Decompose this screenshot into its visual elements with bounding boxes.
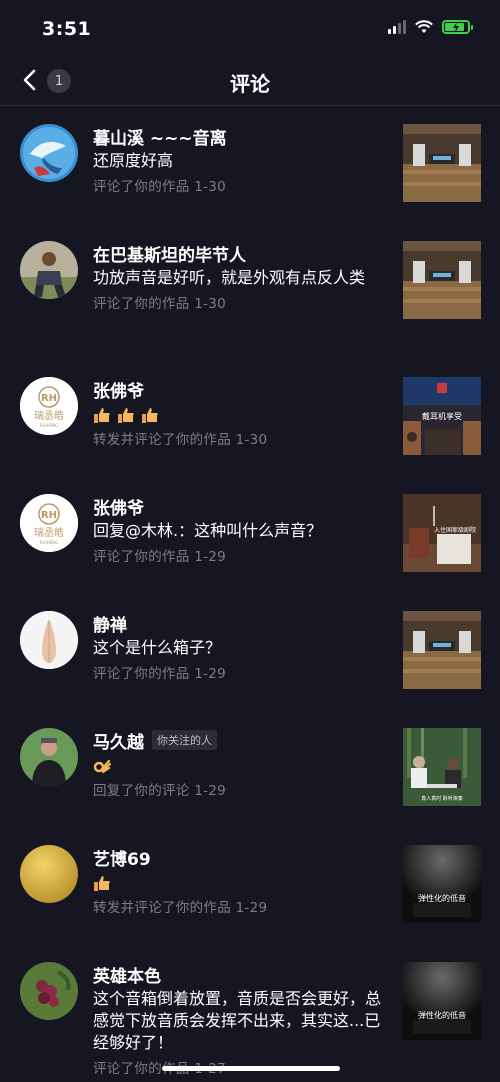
comment-text: 功放声音是好听，就是外观有点反人类 [93,268,366,287]
commenter-name[interactable]: 张佛爷 [93,377,144,402]
avatar[interactable] [20,241,78,299]
commenter-name[interactable]: 张佛爷 [93,494,144,519]
avatar-logo-sub: RUIHENG [40,423,59,428]
avatar-logo-brand: 瑞丞皓 [34,410,64,422]
thumbnail-caption: 弹性化的低音 [418,1010,466,1020]
comment-meta: 回复了你的评论 1-29 [93,783,227,799]
list-item[interactable]: 在巴基斯坦的毕节人 功放声音是好听，就是外观有点反人类 评论了你的作品 1-30 [0,224,500,360]
thumbs-up-icon [94,875,110,891]
thumbnail-caption: 入住国家级剧院 [434,526,476,534]
comment-text: 还原度好高 [93,151,174,170]
battery-charging-icon [442,20,473,34]
list-item[interactable]: RH 瑞丞皓 RUIHENG 张佛爷 回复@木林.：这种叫什么声音？ 评论了你的… [0,477,500,594]
avatar[interactable]: RH 瑞丞皓 RUIHENG [20,494,78,552]
ok-hand-icon [93,759,111,773]
video-thumbnail[interactable]: 戴耳机享受 [403,377,481,455]
comment-list: 暮山溪 ~~~音离 还原度好高 评论了你的作品 1-30 在巴基斯坦的毕节人 功… [0,107,500,1077]
status-icons [388,20,473,34]
avatar[interactable] [20,611,78,669]
avatar[interactable]: RH 瑞丞皓 RUIHENG [20,377,78,435]
avatar[interactable] [20,124,78,182]
commenter-name[interactable]: 暮山溪 ~~~音离 [93,124,227,149]
comment-meta: 评论了你的作品 1-30 [93,179,227,195]
comment-text: 回复@木林.：这种叫什么声音？ [93,521,323,540]
commenter-name[interactable]: 在巴基斯坦的毕节人 [93,241,246,266]
avatar-logo-sub: RUIHENG [40,540,59,545]
avatar-logo-letters: RH [41,510,57,521]
status-time: 3:51 [42,18,92,40]
video-thumbnail[interactable]: 真人真时 聆听演奏 [403,728,481,806]
thumbnail-caption: 戴耳机享受 [422,411,462,421]
wifi-icon [415,20,433,33]
video-thumbnail[interactable]: 弹性化的低音 [403,962,481,1040]
list-item[interactable]: 艺博69 转发并评论了你的作品 1-29 弹性化的低音 [0,828,500,945]
comment-meta: 评论了你的作品 1-30 [93,296,227,312]
comment-emoji-row [93,403,388,425]
list-item[interactable]: RH 瑞丞皓 RUIHENG 张佛爷 转发并评论了你的作品 1-30 戴耳机享受 [0,360,500,477]
list-item[interactable]: 静禅 这个是什么箱子？ 评论了你的作品 1-29 [0,594,500,711]
thumbs-up-icon [118,407,134,423]
commenter-name[interactable]: 马久越 [93,728,144,753]
cellular-signal-icon [388,20,406,34]
video-thumbnail[interactable]: 入住国家级剧院 [403,494,481,572]
comment-meta: 评论了你的作品 1-29 [93,666,227,682]
comment-emoji-row [93,871,388,893]
comment-emoji-row [93,754,388,776]
comment-meta: 转发并评论了你的作品 1-29 [93,900,268,916]
avatar[interactable] [20,728,78,786]
video-thumbnail[interactable] [403,241,481,319]
video-thumbnail[interactable] [403,611,481,689]
avatar-logo-letters: RH [41,393,57,404]
commenter-name[interactable]: 艺博69 [93,845,151,870]
thumbnail-caption: 弹性化的低音 [418,893,466,903]
video-thumbnail[interactable] [403,124,481,202]
thumbnail-caption: 真人真时 聆听演奏 [421,795,463,802]
thumbs-up-icon [94,407,110,423]
thumbs-up-icon [142,407,158,423]
video-thumbnail[interactable]: 弹性化的低音 [403,845,481,923]
comment-meta: 评论了你的作品 1-29 [93,549,227,565]
commenter-name[interactable]: 静禅 [93,611,127,636]
comment-text: 这个音箱倒着放置，音质是否会更好，总感觉下放音质会发挥不出来，其实这...已经够… [93,989,382,1052]
home-indicator [162,1066,340,1071]
following-tag: 你关注的人 [152,730,217,750]
commenter-name[interactable]: 英雄本色 [93,962,161,987]
comment-text: 这个是什么箱子？ [93,638,222,657]
status-bar: 3:51 [0,0,500,58]
page-title: 评论 [230,72,270,96]
list-item[interactable]: 马久越 你关注的人 回复了你的评论 1-29 真人真时 聆听演奏 [0,711,500,828]
comment-meta: 转发并评论了你的作品 1-30 [93,432,268,448]
avatar-logo-brand: 瑞丞皓 [34,527,64,539]
avatar[interactable] [20,962,78,1020]
list-item[interactable]: 暮山溪 ~~~音离 还原度好高 评论了你的作品 1-30 [0,107,500,224]
avatar[interactable] [20,845,78,903]
list-item[interactable]: 英雄本色 这个音箱倒着放置，音质是否会更好，总感觉下放音质会发挥不出来，其实这.… [0,945,500,1077]
nav-bar: 1 评论 [0,58,500,106]
